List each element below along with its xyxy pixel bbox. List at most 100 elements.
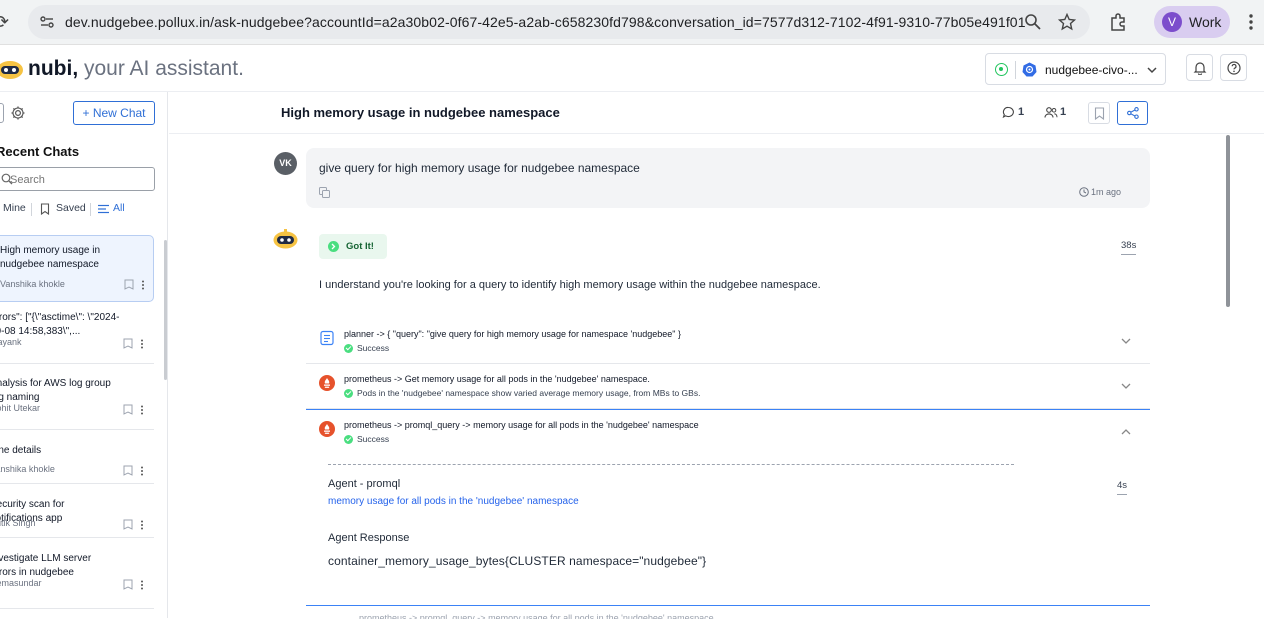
agent-label: Agent - promql [328, 478, 401, 490]
more-options-icon[interactable] [140, 466, 144, 476]
divider [0, 537, 154, 538]
nubi-bot-avatar-icon [273, 229, 298, 249]
new-chat-button[interactable]: + New Chat [73, 101, 155, 125]
step-title: prometheus -> Get memory usage for all p… [344, 374, 650, 384]
save-conversation-button[interactable] [1088, 102, 1110, 124]
bookmark-icon [40, 203, 50, 215]
extensions-icon[interactable] [1108, 12, 1128, 32]
divider [0, 429, 154, 430]
chat-search-field[interactable] [0, 167, 155, 191]
sidebar-scrollbar[interactable] [164, 240, 167, 380]
more-options-icon[interactable] [140, 580, 144, 590]
reload-icon[interactable]: ⟳ [0, 12, 9, 33]
site-info-icon[interactable] [38, 13, 56, 31]
user-avatar: VK [274, 152, 297, 175]
clock-icon [1079, 187, 1089, 197]
chat-sidebar: + New Chat Recent Chats Mine Saved All H… [0, 92, 168, 618]
chat-item-user: Vanshika khokle [0, 279, 65, 289]
app-header: nubi, your AI assistant. nudgebee-civo-.… [0, 45, 1264, 92]
browser-menu-icon[interactable] [1244, 12, 1258, 32]
divider [1015, 61, 1016, 79]
chat-item[interactable]: Fine details Vanshika khokle [0, 444, 154, 484]
step-title: prometheus -> promql_query -> memory usa… [344, 420, 699, 430]
copy-icon[interactable] [319, 187, 330, 198]
bookmark-icon[interactable] [123, 338, 133, 349]
filter-saved[interactable]: Saved [56, 202, 86, 214]
filter-mine[interactable]: Mine [3, 202, 26, 214]
bookmark-icon[interactable] [123, 404, 133, 415]
step-title: planner -> { "query": "give query for hi… [344, 329, 681, 339]
notifications-button[interactable] [1186, 54, 1213, 81]
help-button[interactable] [1220, 54, 1247, 81]
arrow-right-circle-icon [328, 241, 339, 252]
chevron-up-icon[interactable] [1120, 426, 1132, 438]
agent-duration: 4s [1117, 480, 1128, 495]
chat-item-user: Mayank [0, 337, 22, 347]
chat-item[interactable]: Security scan for notifications app Krit… [0, 498, 154, 538]
agent-query-link[interactable]: memory usage for all pods in the 'nudgeb… [328, 496, 579, 507]
chat-item-user: Hemasundar [0, 578, 42, 588]
bookmark-icon[interactable] [123, 579, 133, 590]
divider [306, 605, 1150, 606]
step-row-expanded[interactable]: prometheus -> promql_query -> memory usa… [306, 409, 1150, 605]
step-status: Success [344, 434, 389, 444]
divider [0, 608, 154, 609]
more-options-icon[interactable] [141, 280, 145, 290]
chat-item[interactable]: errors": ["{\"asctime\": \"2024-10-08 14… [0, 311, 154, 361]
nubi-logo-icon [0, 61, 23, 79]
user-message-text: give query for high memory usage for nud… [319, 161, 640, 175]
agent-response-label: Agent Response [328, 532, 410, 544]
conversation-scrollbar[interactable] [1226, 135, 1230, 307]
filter-all[interactable]: All [113, 202, 125, 214]
share-button[interactable] [1117, 101, 1148, 125]
users-icon [1044, 107, 1058, 118]
bot-intro-text: I understand you're looking for a query … [319, 279, 821, 291]
conversation-title: High memory usage in nudgebee namespace [281, 105, 560, 120]
bookmark-icon[interactable] [123, 519, 133, 530]
bookmark-icon[interactable] [124, 279, 134, 290]
divider [328, 464, 1014, 465]
url-text[interactable]: dev.nudgebee.pollux.in/ask-nudgebee?acco… [65, 14, 1026, 30]
more-options-icon[interactable] [140, 339, 144, 349]
chat-item-title: Fine details [0, 445, 42, 456]
prometheus-icon [319, 421, 335, 437]
recent-chats-heading: Recent Chats [0, 144, 80, 159]
gear-icon[interactable] [10, 105, 26, 121]
chat-item-title: Analysis for AWS log group tag naming [0, 378, 111, 403]
divider [0, 363, 154, 364]
chevron-down-icon[interactable] [1120, 380, 1132, 392]
divider [0, 483, 154, 484]
chat-item[interactable]: High memory usage in nudgebee namespace … [0, 235, 154, 302]
search-input[interactable] [10, 171, 145, 188]
divider [90, 203, 91, 216]
chevron-down-icon[interactable] [1120, 335, 1132, 347]
chat-item[interactable]: Analysis for AWS log group tag naming Ro… [0, 377, 154, 427]
chat-item-title: errors": ["{\"asctime\": \"2024-10-08 14… [0, 312, 120, 337]
brand-name: nubi, [28, 57, 79, 80]
address-bar[interactable]: dev.nudgebee.pollux.in/ask-nudgebee?acco… [28, 5, 1090, 39]
profile-avatar: V [1162, 12, 1182, 32]
help-icon [1227, 61, 1241, 75]
chat-item-user: Vanshika khokle [0, 464, 55, 474]
share-icon [1127, 107, 1139, 119]
profile-label: Work [1189, 14, 1222, 30]
chevron-down-icon [1147, 67, 1157, 74]
participants-count-value: 1 [1060, 106, 1067, 118]
more-options-icon[interactable] [140, 405, 144, 415]
profile-button[interactable]: V Work [1154, 6, 1230, 38]
list-icon [98, 204, 109, 214]
step-row[interactable]: prometheus -> Get memory usage for all p… [306, 364, 1150, 409]
step-row[interactable]: planner -> { "query": "give query for hi… [306, 319, 1150, 364]
zoom-icon[interactable] [1024, 13, 1042, 31]
more-options-icon[interactable] [140, 520, 144, 530]
bookmark-icon[interactable] [123, 465, 133, 476]
chat-item[interactable]: Investigate LLM server errors in nudgebe… [0, 552, 154, 602]
bookmark-star-icon[interactable] [1058, 13, 1076, 31]
next-step-peek: prometheus -> promql_query -> memory usa… [359, 613, 714, 619]
brand-title: nubi, your AI assistant. [28, 57, 244, 81]
cluster-selector[interactable]: nudgebee-civo-... [985, 53, 1166, 85]
status-badge: Got It! [319, 234, 387, 259]
kubernetes-icon [1022, 62, 1037, 77]
sidebar-toggle-icon[interactable] [0, 103, 4, 123]
bell-icon [1193, 62, 1207, 75]
